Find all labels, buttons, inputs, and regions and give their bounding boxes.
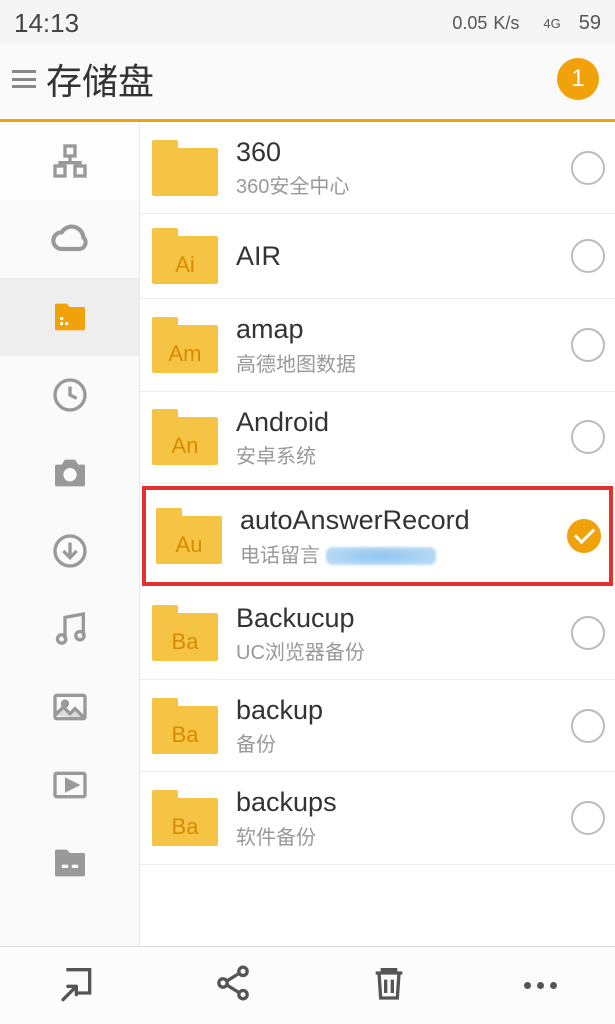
- folder-name: 360: [236, 136, 571, 168]
- folder-name: backups: [236, 786, 571, 818]
- folder-subtitle: 软件备份: [236, 821, 571, 850]
- folder-subtitle: 电话留言: [240, 539, 567, 568]
- sidebar-recent-icon[interactable]: [0, 356, 139, 434]
- folder-text: backup 备份: [236, 694, 571, 757]
- folder-row[interactable]: Am amap 高德地图数据: [140, 299, 615, 391]
- folder-row[interactable]: Au autoAnswerRecord 电话留言: [142, 486, 613, 585]
- selection-count-badge: 1: [557, 58, 599, 100]
- folder-icon: Am: [152, 317, 218, 373]
- select-radio[interactable]: [571, 239, 605, 273]
- folder-text: Backucup UC浏览器备份: [236, 602, 571, 665]
- sidebar-music-icon[interactable]: [0, 590, 139, 668]
- sidebar-storage-icon[interactable]: [0, 278, 139, 356]
- folder-tag: Au: [156, 532, 222, 558]
- sidebar-hidden-icon[interactable]: [0, 824, 139, 902]
- folder-name: Android: [236, 406, 571, 438]
- net-speed: 0.05: [452, 13, 487, 34]
- folder-icon: [152, 140, 218, 196]
- folder-row[interactable]: Ba backup 备份: [140, 680, 615, 772]
- folder-icon: An: [152, 409, 218, 465]
- select-radio[interactable]: [571, 709, 605, 743]
- folder-icon: Ba: [152, 790, 218, 846]
- status-right: 0.05 K/s 4G 59: [452, 12, 601, 35]
- folder-tag: Ba: [152, 629, 218, 655]
- folder-tag: An: [152, 433, 218, 459]
- folder-name: Backucup: [236, 602, 571, 634]
- share-button[interactable]: [213, 963, 253, 1008]
- sidebar-camera-icon[interactable]: [0, 434, 139, 512]
- folder-tag: Am: [152, 341, 218, 367]
- sidebar-video-icon[interactable]: [0, 746, 139, 824]
- folder-icon: Ba: [152, 698, 218, 754]
- folder-tag: Ba: [152, 814, 218, 840]
- sidebar-image-icon[interactable]: [0, 668, 139, 746]
- sidebar-download-icon[interactable]: [0, 512, 139, 590]
- folder-name: AIR: [236, 240, 571, 272]
- folder-subtitle: 360安全中心: [236, 170, 571, 199]
- folder-name: backup: [236, 694, 571, 726]
- move-button[interactable]: [58, 963, 98, 1008]
- status-bar: 14:13 0.05 K/s 4G 59: [0, 0, 615, 43]
- page-title: 存储盘: [46, 53, 154, 105]
- main: 360 360安全中心 Ai AIR Am amap 高德地图数据 A: [0, 122, 615, 966]
- folder-subtitle: 备份: [236, 728, 571, 757]
- redacted-text: [326, 547, 436, 565]
- folder-subtitle: UC浏览器备份: [236, 636, 571, 665]
- select-radio[interactable]: [571, 801, 605, 835]
- folder-icon: Ba: [152, 605, 218, 661]
- folder-text: AIR: [236, 240, 571, 272]
- folder-tag: Ai: [152, 252, 218, 278]
- menu-icon[interactable]: [12, 70, 36, 88]
- more-button[interactable]: [524, 982, 557, 989]
- folder-row[interactable]: Ba Backucup UC浏览器备份: [140, 588, 615, 680]
- folder-icon: Ai: [152, 228, 218, 284]
- delete-button[interactable]: [369, 963, 409, 1008]
- select-radio[interactable]: [571, 151, 605, 185]
- status-time: 14:13: [14, 8, 79, 39]
- bottom-toolbar: [0, 946, 615, 1024]
- folder-subtitle: 电话留言: [240, 545, 320, 567]
- folder-subtitle: 安卓系统: [236, 440, 571, 469]
- folder-text: backups 软件备份: [236, 786, 571, 849]
- folder-row[interactable]: Ai AIR: [140, 214, 615, 299]
- folder-name: amap: [236, 313, 571, 345]
- select-radio[interactable]: [571, 328, 605, 362]
- net-unit: K/s: [493, 13, 519, 34]
- folder-subtitle: 高德地图数据: [236, 348, 571, 377]
- folder-row[interactable]: An Android 安卓系统: [140, 392, 615, 484]
- sidebar-cloud-icon[interactable]: [0, 200, 139, 278]
- folder-icon: Au: [156, 508, 222, 564]
- header: 存储盘 1: [0, 43, 615, 122]
- folder-text: autoAnswerRecord 电话留言: [240, 504, 567, 567]
- folder-text: Android 安卓系统: [236, 406, 571, 469]
- folder-text: amap 高德地图数据: [236, 313, 571, 376]
- folder-text: 360 360安全中心: [236, 136, 571, 199]
- select-radio[interactable]: [571, 616, 605, 650]
- select-radio[interactable]: [571, 420, 605, 454]
- sidebar-category-icon[interactable]: [0, 122, 139, 200]
- folder-list[interactable]: 360 360安全中心 Ai AIR Am amap 高德地图数据 A: [140, 122, 615, 966]
- folder-tag: Ba: [152, 722, 218, 748]
- folder-row[interactable]: 360 360安全中心: [140, 122, 615, 214]
- signal-label: 4G: [543, 16, 560, 31]
- battery-pct: 59: [579, 12, 601, 35]
- select-radio[interactable]: [567, 519, 601, 553]
- sidebar: [0, 122, 140, 966]
- folder-name: autoAnswerRecord: [240, 504, 567, 536]
- folder-row[interactable]: Ba backups 软件备份: [140, 772, 615, 864]
